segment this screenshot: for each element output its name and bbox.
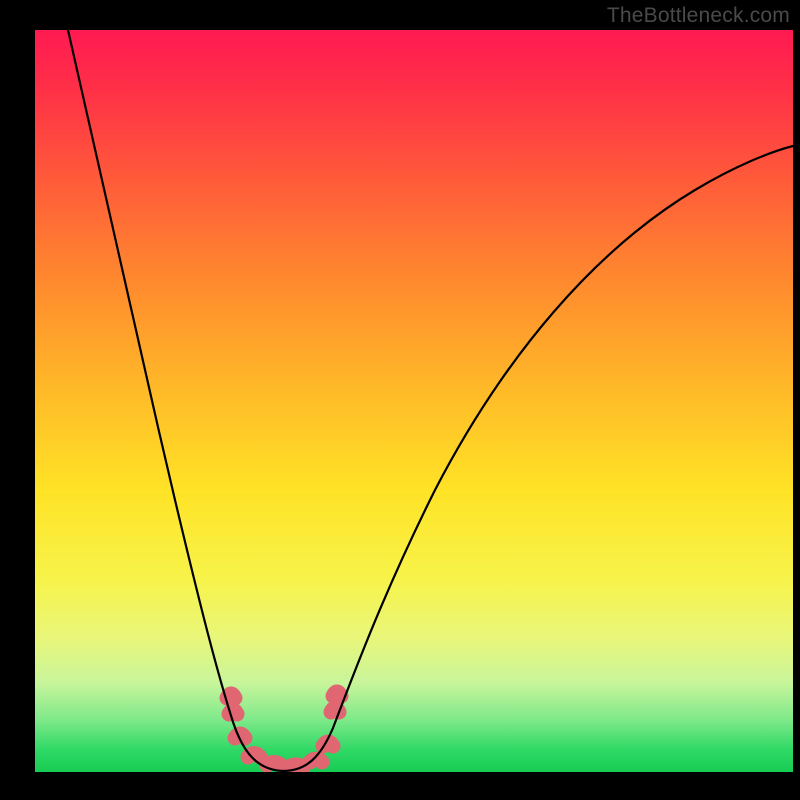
curve-left — [68, 30, 283, 771]
plot-area — [35, 30, 793, 772]
trough-markers — [227, 692, 341, 767]
watermark-text: TheBottleneck.com — [607, 4, 790, 28]
curve-right — [283, 146, 793, 771]
chart-frame: TheBottleneck.com — [0, 0, 800, 800]
curve-layer — [35, 30, 793, 772]
